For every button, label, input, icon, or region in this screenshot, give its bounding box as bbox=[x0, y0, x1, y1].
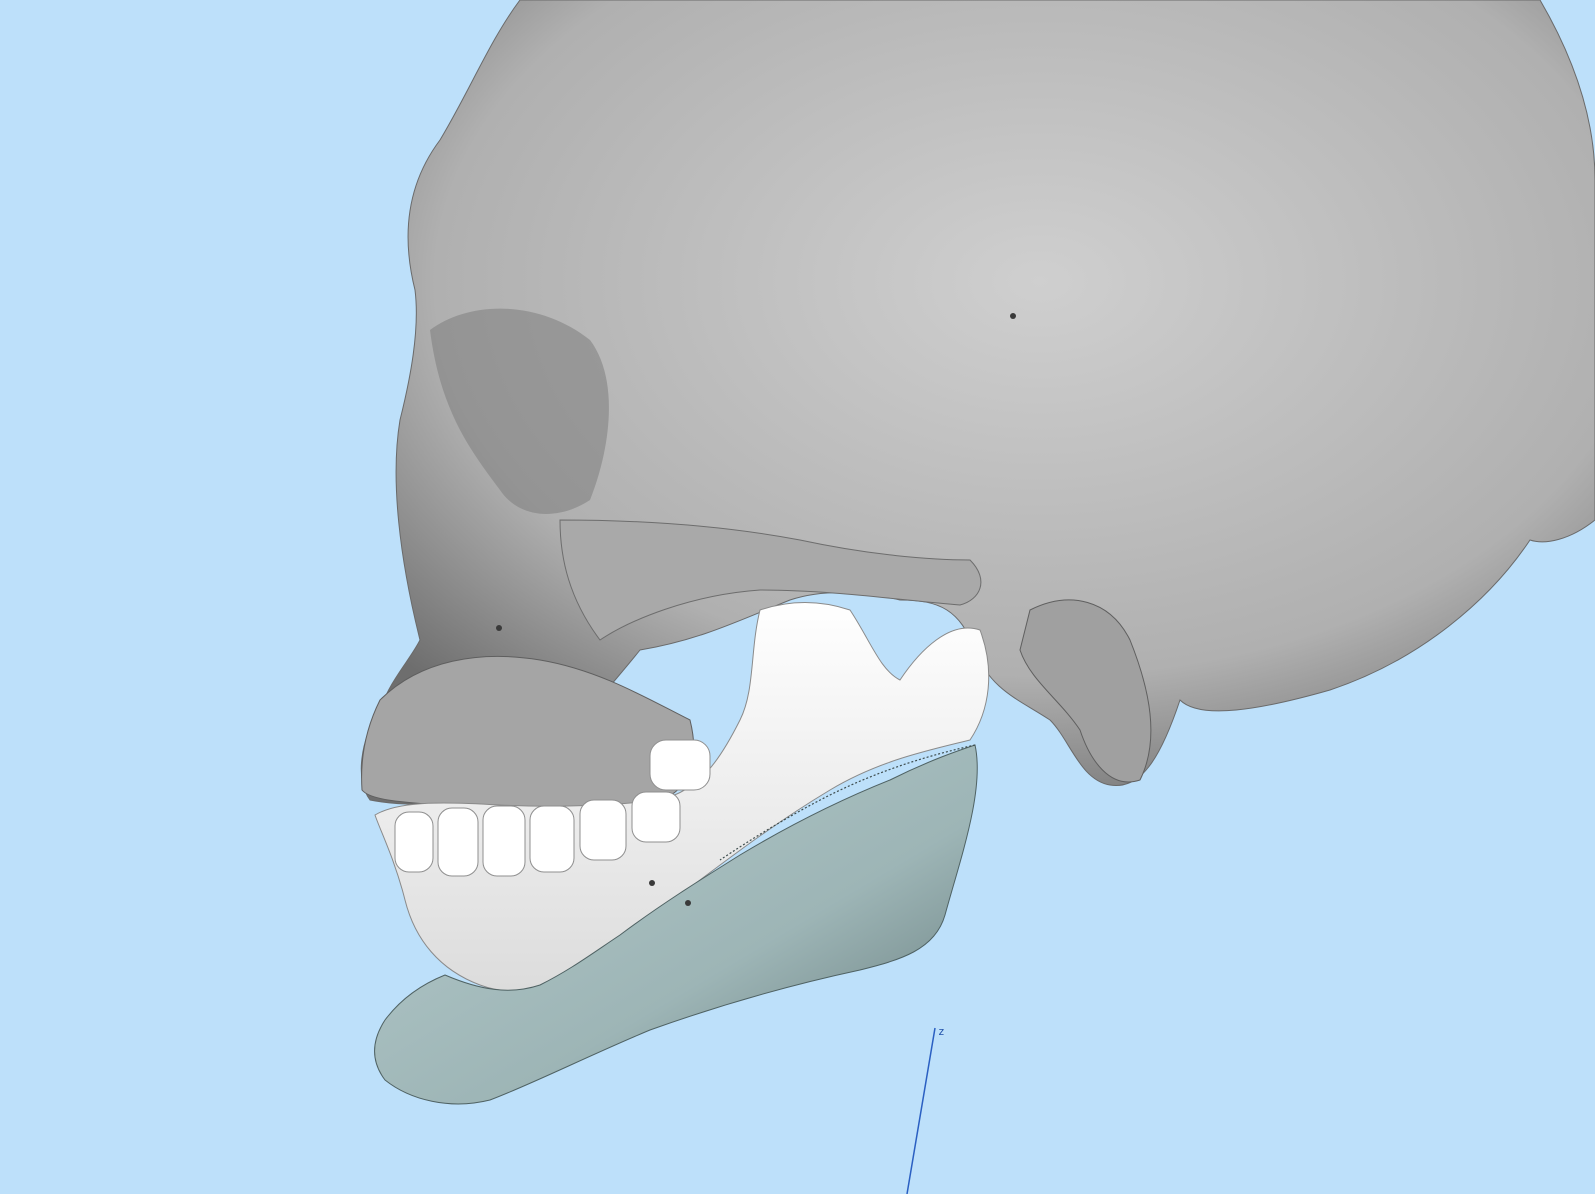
landmark-point bbox=[496, 625, 502, 631]
landmark-point bbox=[1010, 313, 1016, 319]
landmark-point bbox=[685, 900, 691, 906]
landmark-point bbox=[649, 880, 655, 886]
z-axis-label: z bbox=[938, 1025, 945, 1038]
3d-scene[interactable] bbox=[0, 0, 1595, 1194]
maxilla bbox=[361, 655, 695, 809]
z-axis-line bbox=[906, 1027, 936, 1194]
3d-viewport[interactable]: z bbox=[0, 0, 1595, 1194]
